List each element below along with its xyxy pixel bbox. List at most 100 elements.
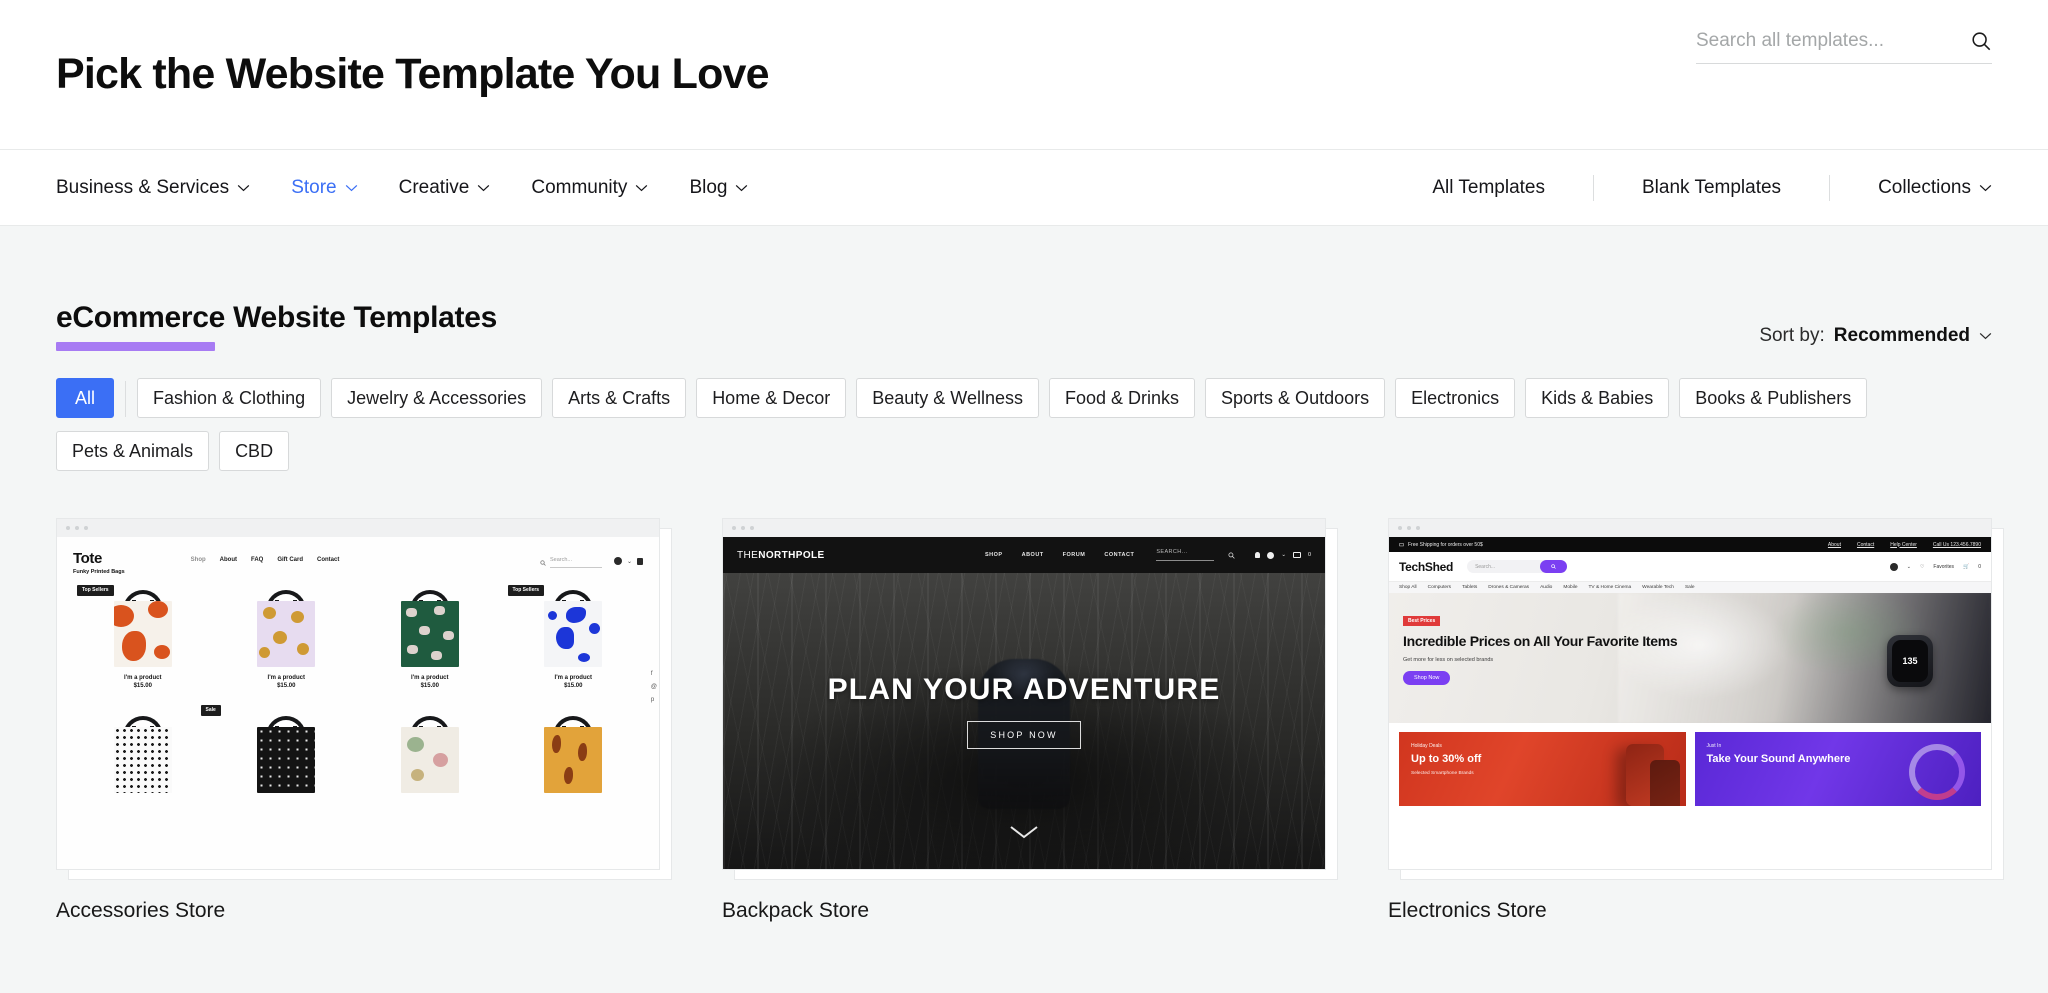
- search-bar[interactable]: [1696, 30, 1992, 64]
- product-item: Top Sellers I'm a product $15.00: [71, 584, 215, 689]
- product-item: [502, 711, 646, 793]
- category-navbar: Business & Services Store Creative Commu…: [0, 150, 2048, 226]
- tote-bag-body: [400, 600, 459, 667]
- tote-bag-body: [113, 726, 172, 793]
- promo-tile-holiday-deals: Holiday Deals Up to 30% off Selected Sma…: [1399, 732, 1686, 806]
- product-item: Top Sellers I'm a product $15.00: [502, 584, 646, 689]
- filter-chip-books-publishers[interactable]: Books & Publishers: [1679, 378, 1868, 418]
- tote-bag-body: [113, 600, 172, 667]
- product-image: [400, 715, 459, 793]
- announcement-label: Free Shipping for orders over 50$: [1408, 541, 1483, 548]
- search-input[interactable]: [1696, 30, 1970, 52]
- search-icon[interactable]: [1970, 30, 1992, 52]
- tote-nav-about: About: [219, 557, 237, 563]
- template-card-electronics-store[interactable]: Free Shipping for orders over 50$ About …: [1388, 518, 2004, 923]
- chevron-down-icon: [478, 184, 490, 191]
- template-card-title: Accessories Store: [56, 899, 226, 922]
- product-name: I'm a product: [267, 674, 305, 681]
- filter-chip-sports-outdoors[interactable]: Sports & Outdoors: [1205, 378, 1386, 418]
- hero-badge: Best Prices: [1403, 616, 1441, 626]
- top-link-contact: Contact: [1856, 541, 1875, 548]
- northpole-nav: SHOP ABOUT FORUM CONTACT: [985, 552, 1134, 558]
- template-card-accessories-store[interactable]: Tote Funky Printed Bags Shop About FAQ G…: [56, 518, 672, 923]
- product-item: [71, 711, 215, 793]
- nav-item-creative[interactable]: Creative: [399, 177, 491, 199]
- search-button: [1540, 560, 1568, 573]
- tote-header-icons: ⌄: [613, 557, 643, 565]
- template-preview-backpack[interactable]: THENORTHPOLE SHOP ABOUT FORUM CONTACT SE…: [722, 518, 1326, 870]
- hero-shop-now-button: Shop Now: [1403, 671, 1451, 686]
- product-item: [358, 711, 502, 793]
- product-item: I'm a product $15.00: [358, 585, 502, 689]
- filter-chip-fashion-clothing[interactable]: Fashion & Clothing: [137, 378, 322, 418]
- search-icon: [540, 559, 546, 566]
- chevron-down-icon: ⌄: [626, 558, 632, 565]
- nav-item-business-services[interactable]: Business & Services: [56, 177, 250, 199]
- template-thumbnail-frame: THENORTHPOLE SHOP ABOUT FORUM CONTACT SE…: [722, 518, 1338, 880]
- hero-shop-now-button: SHOP NOW: [967, 721, 1081, 749]
- filter-chip-beauty-wellness[interactable]: Beauty & Wellness: [856, 378, 1039, 418]
- category-filter-chips: All Fashion & Clothing Jewelry & Accesso…: [56, 378, 1992, 471]
- hero-content: Best Prices Incredible Prices on All You…: [1403, 609, 1678, 686]
- filter-chip-home-decor[interactable]: Home & Decor: [696, 378, 847, 418]
- product-name: I'm a product: [124, 674, 162, 681]
- announcement-text: Free Shipping for orders over 50$: [1399, 542, 1483, 548]
- cart-count: 0: [1307, 552, 1311, 558]
- cart-icon: [637, 557, 643, 565]
- product-image: [544, 589, 603, 667]
- template-thumbnail-frame: Tote Funky Printed Bags Shop About FAQ G…: [56, 518, 672, 880]
- nav-label: Community: [531, 176, 628, 198]
- section-title-block: eCommerce Website Templates: [56, 301, 497, 351]
- logo-prefix: THE: [737, 549, 759, 561]
- top-link-help-center: Help Center: [1890, 541, 1917, 548]
- tote-search: Search...: [540, 557, 602, 568]
- tote-nav: Shop About FAQ Gift Card Contact: [191, 557, 340, 563]
- techshed-header-icons: ⌄ ♡ Favorites 🛒 0: [1889, 562, 1981, 571]
- template-preview-electronics[interactable]: Free Shipping for orders over 50$ About …: [1388, 518, 1992, 870]
- main-content: eCommerce Website Templates Sort by: Rec…: [0, 226, 2048, 923]
- nav-item-all-templates[interactable]: All Templates: [1384, 177, 1593, 199]
- nav-item-community[interactable]: Community: [531, 177, 648, 199]
- np-header-icons: ⌄ 0: [1255, 551, 1311, 559]
- tote-product-grid-row-1: Top Sellers I'm a product $15.00 I'm a p…: [57, 575, 659, 703]
- filter-chip-all[interactable]: All: [56, 378, 127, 418]
- filter-chip-electronics[interactable]: Electronics: [1395, 378, 1516, 418]
- filter-chip-food-drinks[interactable]: Food & Drinks: [1048, 378, 1196, 418]
- subnav-shop-all: Shop All: [1399, 585, 1417, 590]
- smartwatch-product-photo: [1887, 635, 1933, 687]
- account-icon: [1889, 562, 1898, 571]
- subnav-audio: Audio: [1540, 585, 1553, 590]
- smartphone-product-photo: [1625, 744, 1680, 806]
- sort-by-control[interactable]: Sort by: Recommended: [1759, 325, 1992, 351]
- nav-label: Blog: [689, 176, 728, 198]
- filter-chip-kids-babies[interactable]: Kids & Babies: [1525, 378, 1670, 418]
- search-icon: [1228, 551, 1236, 559]
- nav-label: Creative: [398, 176, 470, 198]
- product-image: [113, 589, 172, 667]
- techshed-logo: TechShed: [1399, 559, 1454, 574]
- account-icon: [613, 557, 622, 565]
- page-header: Pick the Website Template You Love: [0, 0, 2048, 150]
- northpole-site-preview: THENORTHPOLE SHOP ABOUT FORUM CONTACT SE…: [723, 519, 1325, 869]
- cart-icon: 🛒: [1962, 563, 1970, 570]
- template-preview-accessories[interactable]: Tote Funky Printed Bags Shop About FAQ G…: [56, 518, 660, 870]
- section-title: eCommerce Website Templates: [56, 301, 497, 334]
- product-image: [544, 715, 603, 793]
- tote-brand: Tote: [73, 550, 102, 567]
- filter-chip-cbd[interactable]: CBD: [219, 431, 290, 471]
- account-icon: [1267, 551, 1275, 559]
- template-card-backpack-store[interactable]: THENORTHPOLE SHOP ABOUT FORUM CONTACT SE…: [722, 518, 1338, 923]
- subnav-wearable-tech: Wearable Tech: [1642, 585, 1674, 590]
- filter-chip-arts-crafts[interactable]: Arts & Crafts: [552, 378, 687, 418]
- secondary-nav: All Templates Blank Templates Collection…: [1384, 174, 1992, 201]
- nav-item-blank-templates[interactable]: Blank Templates: [1594, 177, 1829, 199]
- filter-chip-pets-animals[interactable]: Pets & Animals: [56, 431, 210, 471]
- primary-nav: Business & Services Store Creative Commu…: [56, 177, 748, 199]
- filter-chip-jewelry-accessories[interactable]: Jewelry & Accessories: [331, 378, 543, 418]
- nav-item-store[interactable]: Store: [291, 177, 357, 199]
- np-nav-shop: SHOP: [985, 552, 1003, 558]
- nav-item-collections[interactable]: Collections: [1830, 177, 1992, 199]
- nav-item-blog[interactable]: Blog: [689, 177, 748, 199]
- product-image: [113, 715, 172, 793]
- product-badge: Sale: [200, 704, 221, 716]
